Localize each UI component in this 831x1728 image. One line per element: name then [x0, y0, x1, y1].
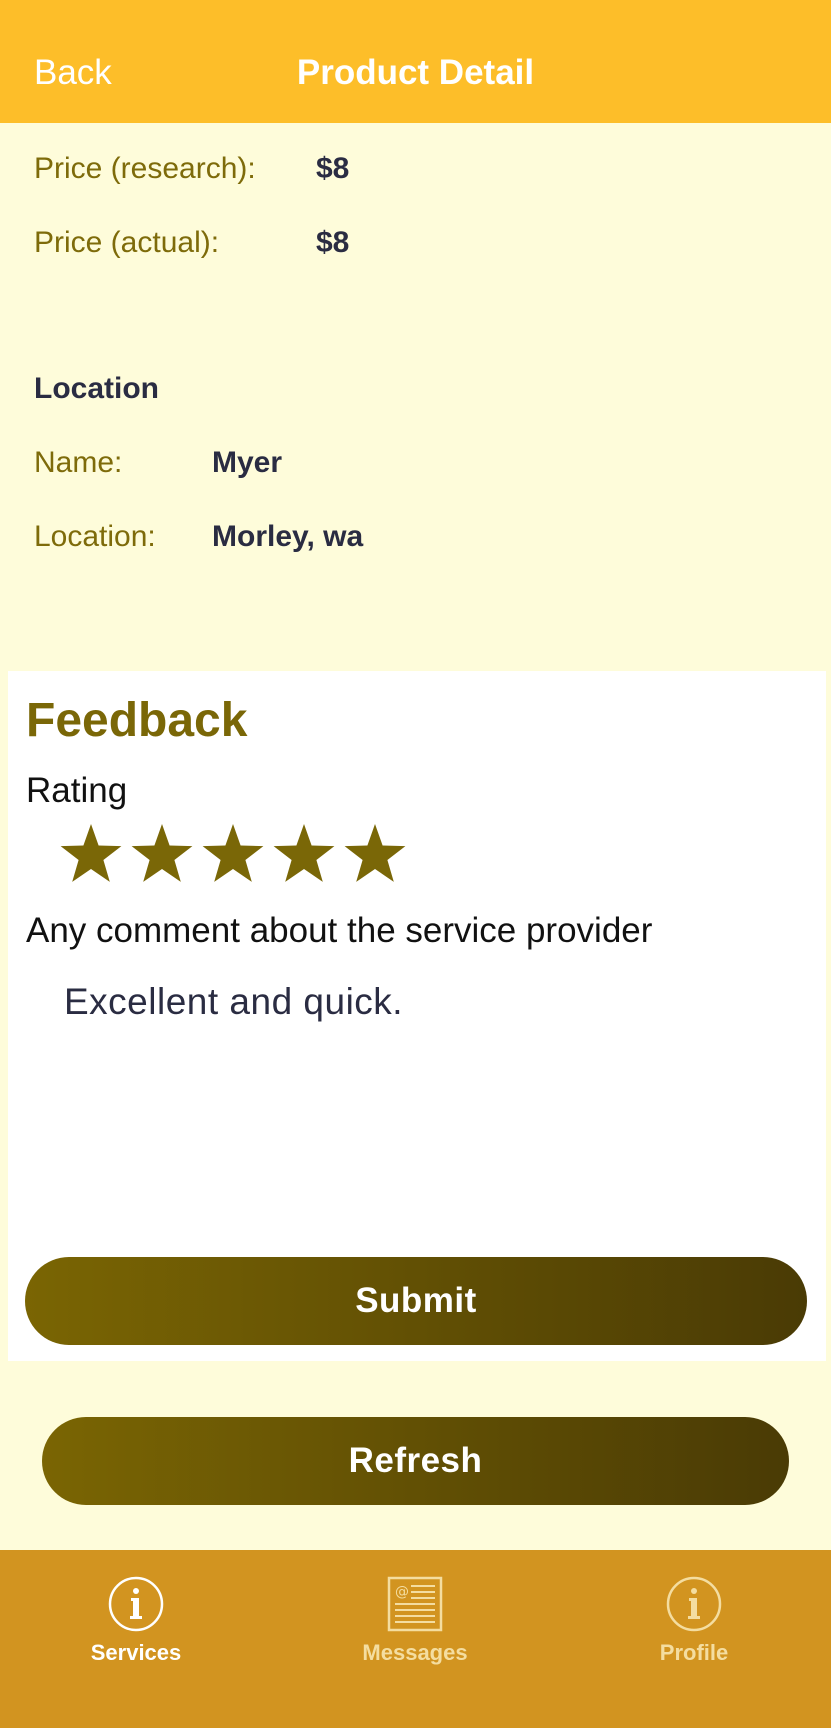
tab-services[interactable]: Services [36, 1562, 236, 1665]
star-icon[interactable] [129, 821, 195, 887]
star-icon[interactable] [200, 821, 266, 887]
location-name-label: Name: [34, 446, 123, 479]
star-icon[interactable] [271, 821, 337, 887]
star-icon[interactable] [58, 821, 124, 887]
price-actual-label: Price (actual): [34, 226, 220, 259]
info-icon [666, 1576, 722, 1632]
feedback-card: Feedback Rating Any comment about the se… [8, 671, 826, 1361]
messages-icon: @ [387, 1576, 443, 1632]
submit-button[interactable]: Submit [25, 1257, 807, 1345]
svg-text:@: @ [395, 1584, 409, 1600]
page-title: Product Detail [296, 53, 535, 92]
location-location-label: Location: [34, 520, 156, 553]
comment-input[interactable]: Excellent and quick. [64, 981, 804, 1221]
location-location-value: Morley, wa [212, 520, 364, 553]
rating-label: Rating [26, 771, 128, 810]
feedback-title: Feedback [26, 694, 248, 747]
comment-label: Any comment about the service provider [26, 911, 653, 950]
tab-profile-label: Profile [659, 1640, 729, 1665]
tab-services-label: Services [90, 1640, 182, 1665]
tab-bar: Services @ Messages Profile [0, 1550, 831, 1728]
price-actual-value: $8 [316, 226, 350, 259]
star-icon[interactable] [342, 821, 408, 887]
tab-messages-label: Messages [362, 1640, 468, 1665]
price-research-value: $8 [316, 152, 350, 185]
refresh-button[interactable]: Refresh [42, 1417, 789, 1505]
tab-profile[interactable]: Profile [594, 1562, 794, 1665]
location-name-value: Myer [212, 446, 283, 479]
location-section-title: Location [34, 372, 159, 405]
tab-messages[interactable]: @ Messages [315, 1562, 515, 1665]
price-research-label: Price (research): [34, 152, 256, 185]
header-bar: Back Product Detail [0, 0, 831, 123]
info-icon [108, 1576, 164, 1632]
